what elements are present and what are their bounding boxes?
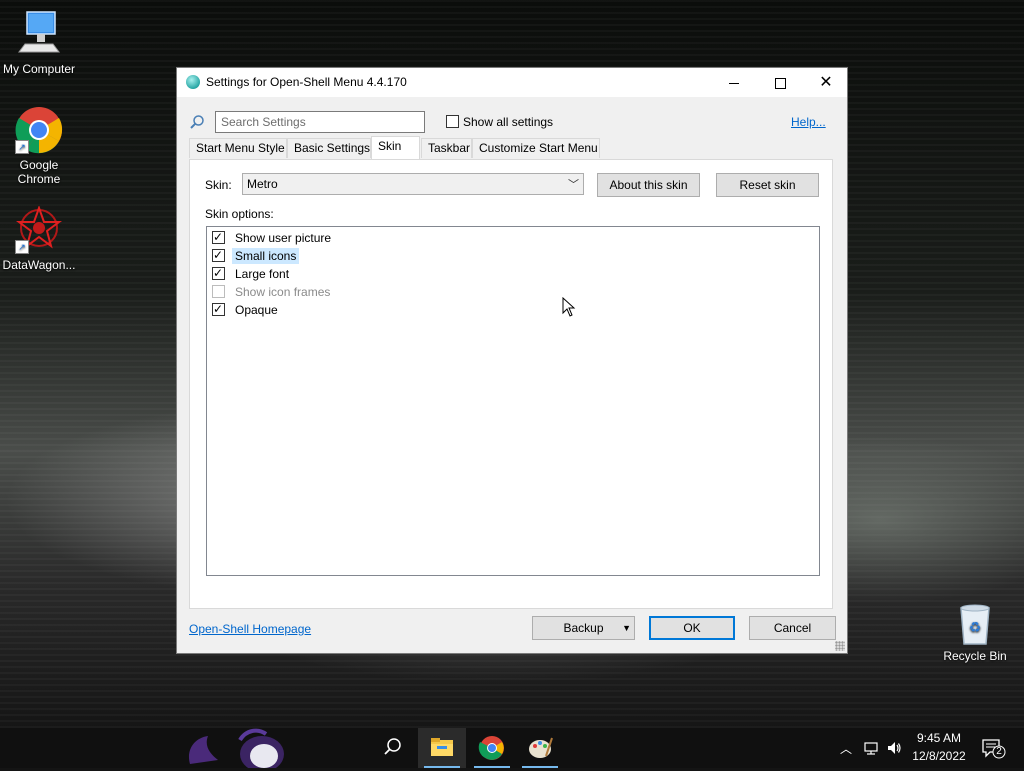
recycle-bin-icon: ♻ [960, 604, 990, 645]
desktop-icon-datawagon[interactable]: ↗ DataWagon... [1, 205, 77, 272]
option-small-icons[interactable]: Small icons [212, 247, 612, 265]
minimize-button[interactable] [711, 68, 757, 97]
help-link[interactable]: Help... [791, 115, 826, 129]
option-show-user-picture[interactable]: Show user picture [212, 229, 612, 247]
option-show-icon-frames: Show icon frames [212, 283, 612, 301]
option-checkbox[interactable] [212, 248, 225, 262]
chevron-down-icon: ﹀ [568, 179, 579, 191]
taskbar-file-explorer[interactable] [418, 728, 466, 768]
volume-icon[interactable] [886, 740, 902, 756]
desktop-icon-label: My Computer [2, 62, 76, 76]
folder-icon [431, 738, 453, 756]
clock-date[interactable]: 12/8/2022 [912, 749, 966, 763]
taskbar-search-button[interactable] [368, 728, 416, 768]
title-bar[interactable]: Settings for Open-Shell Menu 4.4.170 ✕ [177, 68, 847, 97]
tab-customize-start-menu[interactable]: Customize Start Menu [472, 138, 600, 158]
option-checkbox[interactable] [212, 230, 225, 244]
minimize-icon [729, 82, 739, 84]
skin-options-label: Skin options: [205, 207, 274, 221]
clock-time[interactable]: 9:45 AM [912, 731, 966, 745]
option-label: Show icon frames [235, 285, 331, 299]
recycle-bin-label: Recycle Bin [943, 649, 1007, 663]
tab-taskbar[interactable]: Taskbar [421, 138, 472, 158]
desktop-icon-label: Google Chrome [17, 158, 61, 186]
open-shell-icon [186, 75, 200, 89]
skin-label: Skin: [205, 178, 232, 192]
show-all-settings-checkbox[interactable] [446, 115, 459, 128]
close-button[interactable]: ✕ [803, 68, 849, 97]
show-all-settings-label: Show all settings [463, 115, 554, 129]
ok-button[interactable]: OK [649, 616, 735, 640]
about-this-skin-button[interactable]: About this skin [597, 173, 700, 197]
skin-tab-panel: Skin: Metro ﹀ About this skin Reset skin… [189, 159, 833, 609]
backup-button-label: Backup [563, 621, 604, 635]
maximize-button[interactable] [757, 68, 803, 97]
resize-grip-icon[interactable] [835, 641, 845, 651]
option-label: Small icons [232, 248, 300, 264]
tab-start-menu-style[interactable]: Start Menu Style [189, 138, 287, 158]
action-center-button[interactable]: 2 [980, 736, 1006, 760]
reset-skin-button[interactable]: Reset skin [716, 173, 819, 197]
open-shell-homepage-link[interactable]: Open-Shell Homepage [189, 622, 311, 636]
tab-basic-settings[interactable]: Basic Settings [287, 138, 371, 158]
close-icon: ✕ [819, 74, 833, 91]
skin-selected-value: Metro [247, 177, 278, 191]
desktop-icon-label: DataWagon... [2, 258, 76, 272]
search-settings-input[interactable] [215, 111, 425, 133]
window-title: Settings for Open-Shell Menu 4.4.170 [206, 75, 407, 89]
option-label: Show user picture [235, 231, 332, 245]
tab-skin[interactable]: Skin [371, 136, 420, 159]
show-hidden-icons-chevron-icon[interactable]: ︿ [840, 740, 852, 757]
taskbar-paint[interactable] [516, 728, 564, 768]
search-icon [384, 738, 401, 755]
chrome-icon [478, 736, 504, 760]
taskbar: ︿ 9:45 AM 12/8/2022 2 [0, 728, 1024, 768]
shortcut-arrow-icon: ↗ [15, 140, 29, 154]
skin-dropdown[interactable]: Metro ﹀ [242, 173, 584, 195]
option-opaque[interactable]: Opaque [212, 301, 612, 319]
option-checkbox[interactable] [212, 266, 225, 280]
paint-palette-icon [529, 737, 553, 758]
start-orb-icon[interactable] [180, 720, 290, 768]
network-icon[interactable] [863, 740, 879, 756]
desktop-icon-google-chrome[interactable]: ↗ Google Chrome [1, 106, 77, 186]
notification-count: 2 [996, 746, 1002, 757]
option-checkbox [212, 285, 225, 298]
backup-button[interactable]: Backup ▼ [532, 616, 635, 640]
desktop-icon-my-computer[interactable]: My Computer [1, 10, 77, 76]
mouse-cursor-icon [562, 297, 576, 317]
option-label: Opaque [235, 303, 278, 317]
shortcut-arrow-icon: ↗ [15, 240, 29, 254]
cancel-button[interactable]: Cancel [749, 616, 836, 640]
computer-icon [18, 11, 60, 53]
dropdown-arrow-icon: ▼ [622, 623, 631, 633]
desktop-icon-recycle-bin[interactable]: ♻ Recycle Bin [938, 602, 1012, 663]
maximize-icon [774, 77, 786, 89]
option-large-font[interactable]: Large font [212, 265, 612, 283]
option-label: Large font [235, 267, 290, 281]
option-checkbox[interactable] [212, 302, 225, 316]
search-icon [190, 115, 204, 129]
taskbar-chrome[interactable] [468, 728, 516, 768]
skin-options-list: Show user picture Small icons Large font… [206, 226, 820, 576]
settings-window: Settings for Open-Shell Menu 4.4.170 ✕ S… [176, 67, 848, 654]
svg-text:♻: ♻ [969, 620, 982, 636]
